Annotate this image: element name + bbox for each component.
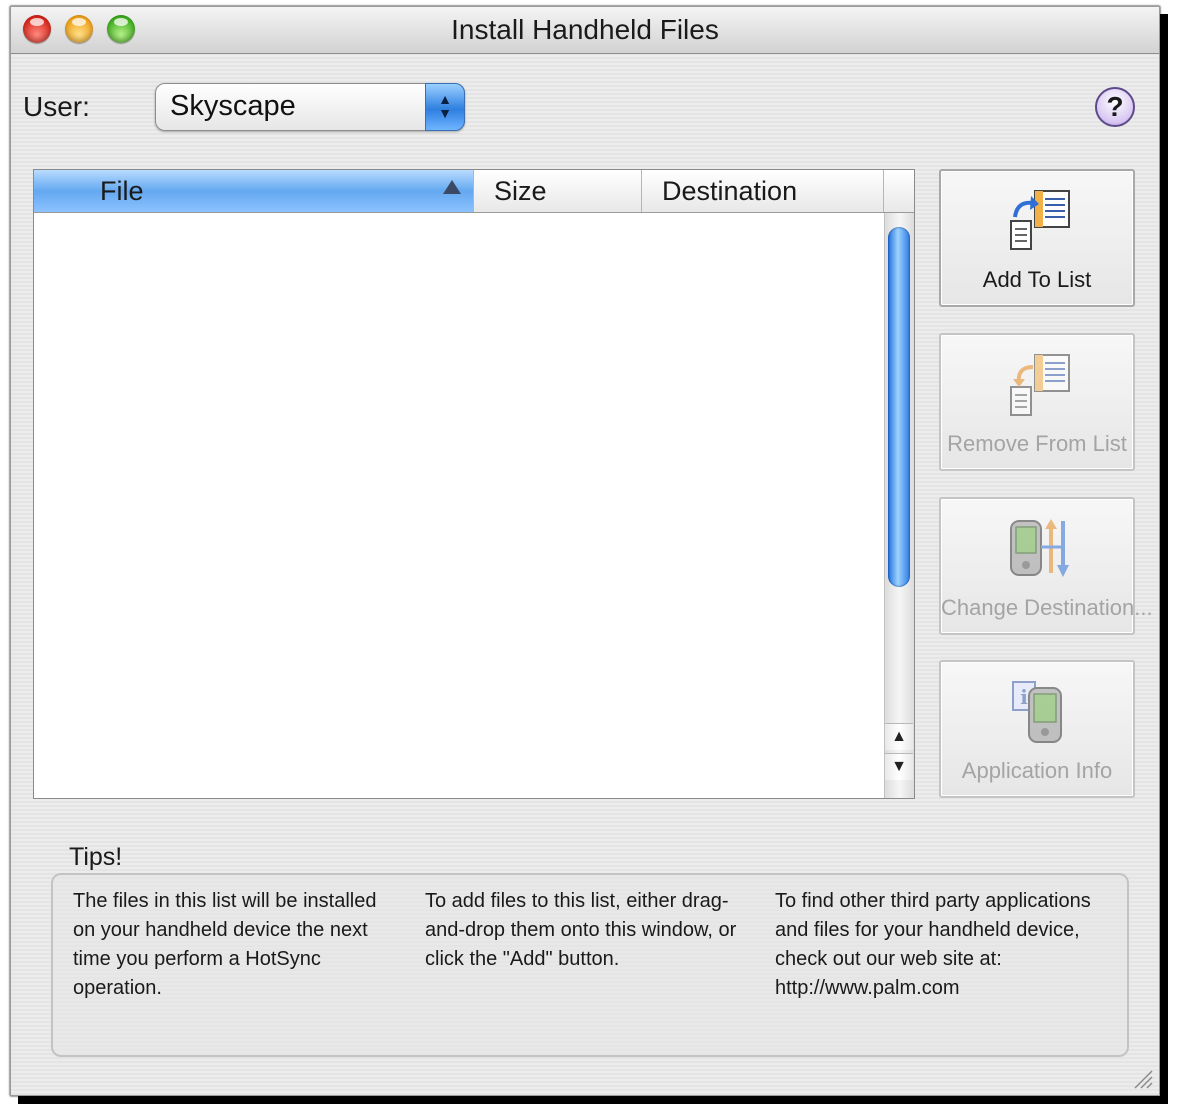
tips-title: Tips! <box>69 843 123 871</box>
tip-website: To find other third party applications a… <box>775 890 1091 999</box>
application-info-button[interactable]: i Application Info <box>939 660 1135 798</box>
add-to-list-button[interactable]: Add To List <box>939 169 1135 307</box>
scroll-up-arrow-icon[interactable]: ▲ <box>885 723 913 750</box>
scroll-thumb[interactable] <box>888 227 910 587</box>
vertical-scrollbar[interactable]: ▲ ▼ <box>884 213 914 798</box>
svg-text:i: i <box>1020 685 1028 709</box>
file-list[interactable]: File Size Destination ▲ ▼ <box>33 169 915 799</box>
resize-grip-icon[interactable] <box>1131 1067 1153 1089</box>
install-handheld-files-window: Install Handheld Files User: Skyscape ▲ ▼… <box>10 6 1160 1096</box>
scroll-down-arrow-icon[interactable]: ▼ <box>885 753 913 780</box>
change-destination-label: Change Destination... <box>941 595 1153 620</box>
remove-from-list-button[interactable]: Remove From List <box>939 333 1135 471</box>
sort-ascending-icon <box>443 180 461 194</box>
user-label: User: <box>23 91 90 122</box>
change-destination-button[interactable]: Change Destination... <box>939 497 1153 635</box>
window-title: Install Handheld Files <box>451 14 719 45</box>
user-select[interactable]: Skyscape ▲ ▼ <box>155 83 465 131</box>
column-header-file-label: File <box>100 176 144 206</box>
remove-from-list-icon <box>1010 354 1070 416</box>
tip-install-info: The files in this list will be installed… <box>73 890 377 999</box>
application-info-label: Application Info <box>961 758 1113 783</box>
column-header-file[interactable]: File <box>34 170 474 212</box>
column-header-destination[interactable]: Destination <box>642 170 884 212</box>
column-header-size[interactable]: Size <box>474 170 642 212</box>
tip-add-files: To add files to this list, either drag-a… <box>425 890 737 970</box>
title-bar[interactable]: Install Handheld Files <box>11 7 1159 54</box>
select-stepper-icon: ▲ ▼ <box>425 83 465 131</box>
remove-from-list-label: Remove From List <box>947 431 1127 456</box>
change-destination-icon <box>1010 519 1069 577</box>
tips-box: The files in this list will be installed… <box>51 873 1129 1057</box>
help-button[interactable]: ? <box>1095 87 1135 127</box>
application-info-icon: i <box>1012 681 1062 743</box>
header-corner <box>884 170 914 213</box>
add-to-list-label: Add To List <box>982 267 1092 292</box>
list-header: File Size Destination <box>34 170 884 213</box>
add-to-list-icon <box>1010 190 1070 250</box>
user-select-value: Skyscape <box>170 90 296 122</box>
